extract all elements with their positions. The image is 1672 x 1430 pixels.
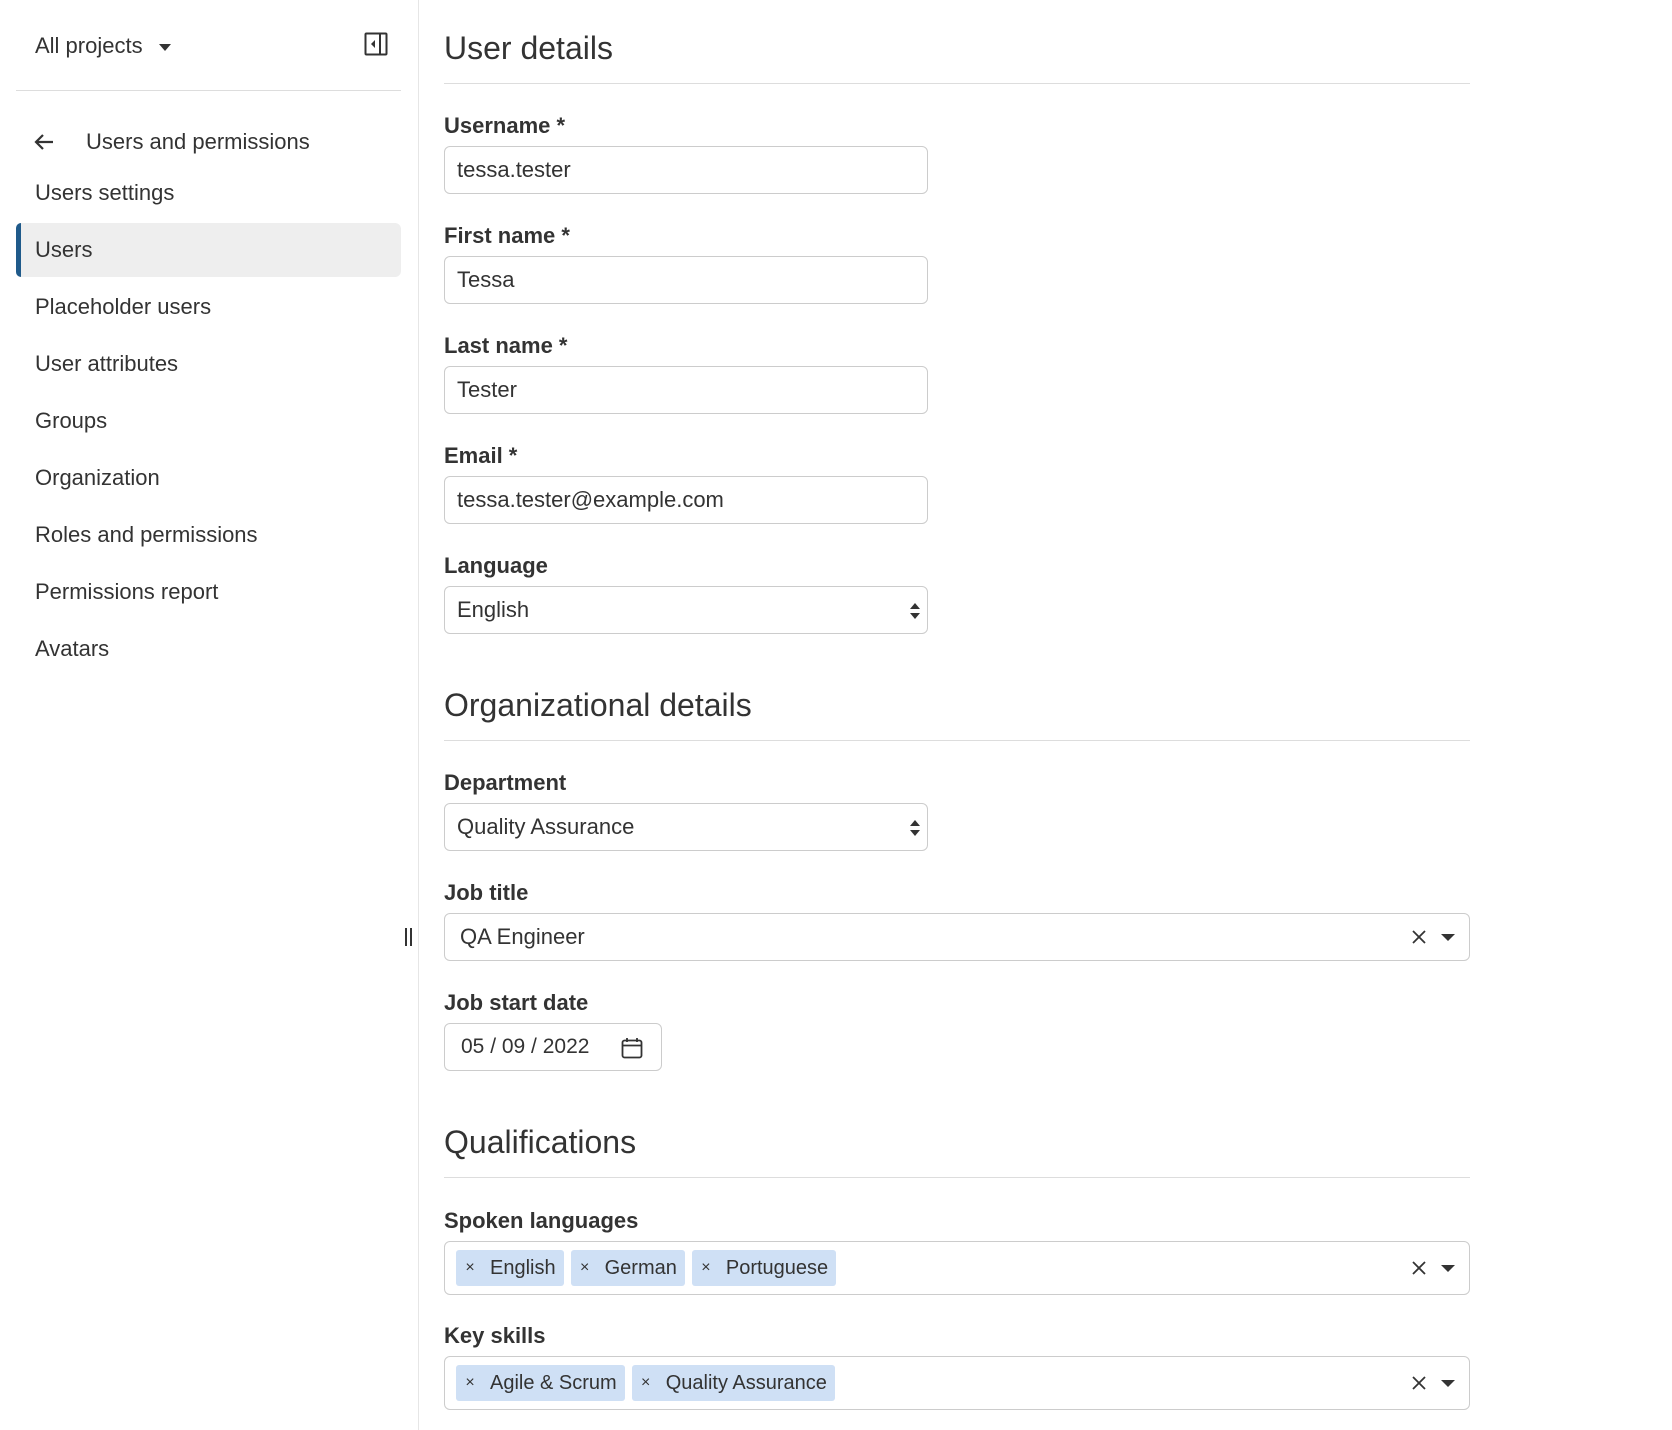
first-name-input[interactable] xyxy=(444,256,928,304)
chevron-down-icon[interactable] xyxy=(1441,934,1455,941)
clear-icon[interactable] xyxy=(1411,1375,1427,1391)
department-label: Department xyxy=(444,770,567,795)
key-skills-select[interactable]: × Agile & Scrum × Quality Assurance xyxy=(444,1356,1470,1410)
email-label: Email * xyxy=(444,443,518,468)
sidebar-nav: Users settings Users Placeholder users U… xyxy=(16,168,401,679)
tag-remove-icon[interactable]: × xyxy=(571,1250,599,1286)
sidebar-item-organization[interactable]: Organization xyxy=(16,451,401,505)
tag-quality-assurance: × Quality Assurance xyxy=(631,1365,835,1401)
back-link-label: Users and permissions xyxy=(86,129,310,154)
sidebar-item-roles-and-permissions[interactable]: Roles and permissions xyxy=(16,508,401,562)
section-title-organizational-details: Organizational details xyxy=(444,687,1470,741)
first-name-label: First name * xyxy=(444,223,570,248)
sidebar-header: All projects xyxy=(16,0,401,91)
tag-label: German xyxy=(604,1256,677,1279)
spoken-languages-label: Spoken languages xyxy=(444,1208,639,1233)
clear-icon[interactable] xyxy=(1411,1260,1427,1276)
language-label: Language xyxy=(444,553,548,578)
back-link-users-and-permissions[interactable]: Users and permissions xyxy=(33,124,310,160)
job-start-date-input[interactable]: 05 / 09 / 2022 xyxy=(444,1023,662,1071)
sidebar-resize-handle[interactable] xyxy=(403,928,413,948)
select-updown-icon xyxy=(910,603,920,619)
section-title-user-details: User details xyxy=(444,30,1470,84)
sidebar-item-placeholder-users[interactable]: Placeholder users xyxy=(16,280,401,334)
job-title-label: Job title xyxy=(444,880,529,905)
tag-label: Quality Assurance xyxy=(665,1371,827,1394)
last-name-input[interactable] xyxy=(444,366,928,414)
arrow-left-icon xyxy=(34,134,53,150)
tag-portuguese: × Portuguese xyxy=(691,1250,837,1286)
project-selector-label: All projects xyxy=(35,33,143,58)
select-updown-icon xyxy=(910,820,920,836)
tag-english: × English xyxy=(456,1250,564,1286)
tag-remove-icon[interactable]: × xyxy=(632,1365,660,1401)
job-start-date-label: Job start date xyxy=(444,990,589,1015)
chevron-down-icon[interactable] xyxy=(1441,1265,1455,1272)
app: All projects Users and permissions Users… xyxy=(0,0,1672,1430)
sidebar-item-users[interactable]: Users xyxy=(16,223,401,277)
clear-icon[interactable] xyxy=(1411,929,1427,945)
tag-remove-icon[interactable]: × xyxy=(456,1365,484,1401)
project-selector[interactable]: All projects xyxy=(35,30,171,62)
email-input[interactable] xyxy=(444,476,928,524)
key-skills-label: Key skills xyxy=(444,1323,546,1348)
department-select[interactable]: Quality Assurance xyxy=(444,803,928,851)
sidebar-item-user-attributes[interactable]: User attributes xyxy=(16,337,401,391)
tag-label: Portuguese xyxy=(725,1256,829,1279)
sidebar: All projects Users and permissions Users… xyxy=(0,0,419,1430)
spoken-languages-select[interactable]: × English × German × Portuguese xyxy=(444,1241,1470,1295)
job-start-date-value: 05 / 09 / 2022 xyxy=(461,1035,590,1058)
tag-label: English xyxy=(490,1256,556,1279)
tag-remove-icon[interactable]: × xyxy=(456,1250,484,1286)
section-title-qualifications: Qualifications xyxy=(444,1124,1470,1178)
sidebar-collapse-icon[interactable] xyxy=(363,31,389,57)
job-title-select-value: QA Engineer xyxy=(460,924,585,949)
tag-label: Agile & Scrum xyxy=(490,1371,617,1394)
last-name-label: Last name * xyxy=(444,333,568,358)
calendar-icon[interactable] xyxy=(621,1037,643,1059)
tag-remove-icon[interactable]: × xyxy=(692,1250,720,1286)
language-select[interactable]: English xyxy=(444,586,928,634)
sidebar-item-avatars[interactable]: Avatars xyxy=(16,622,401,676)
sidebar-item-permissions-report[interactable]: Permissions report xyxy=(16,565,401,619)
chevron-down-icon xyxy=(158,43,171,51)
tag-german: × German xyxy=(570,1250,685,1286)
chevron-down-icon[interactable] xyxy=(1441,1380,1455,1387)
username-label: Username * xyxy=(444,113,566,138)
username-input[interactable] xyxy=(444,146,928,194)
sidebar-item-users-settings[interactable]: Users settings xyxy=(16,168,401,218)
job-title-select[interactable]: QA Engineer xyxy=(444,913,1470,961)
language-select-value: English xyxy=(457,597,530,622)
tag-agile-scrum: × Agile & Scrum xyxy=(456,1365,625,1401)
sidebar-item-groups[interactable]: Groups xyxy=(16,394,401,448)
department-select-value: Quality Assurance xyxy=(457,814,635,839)
